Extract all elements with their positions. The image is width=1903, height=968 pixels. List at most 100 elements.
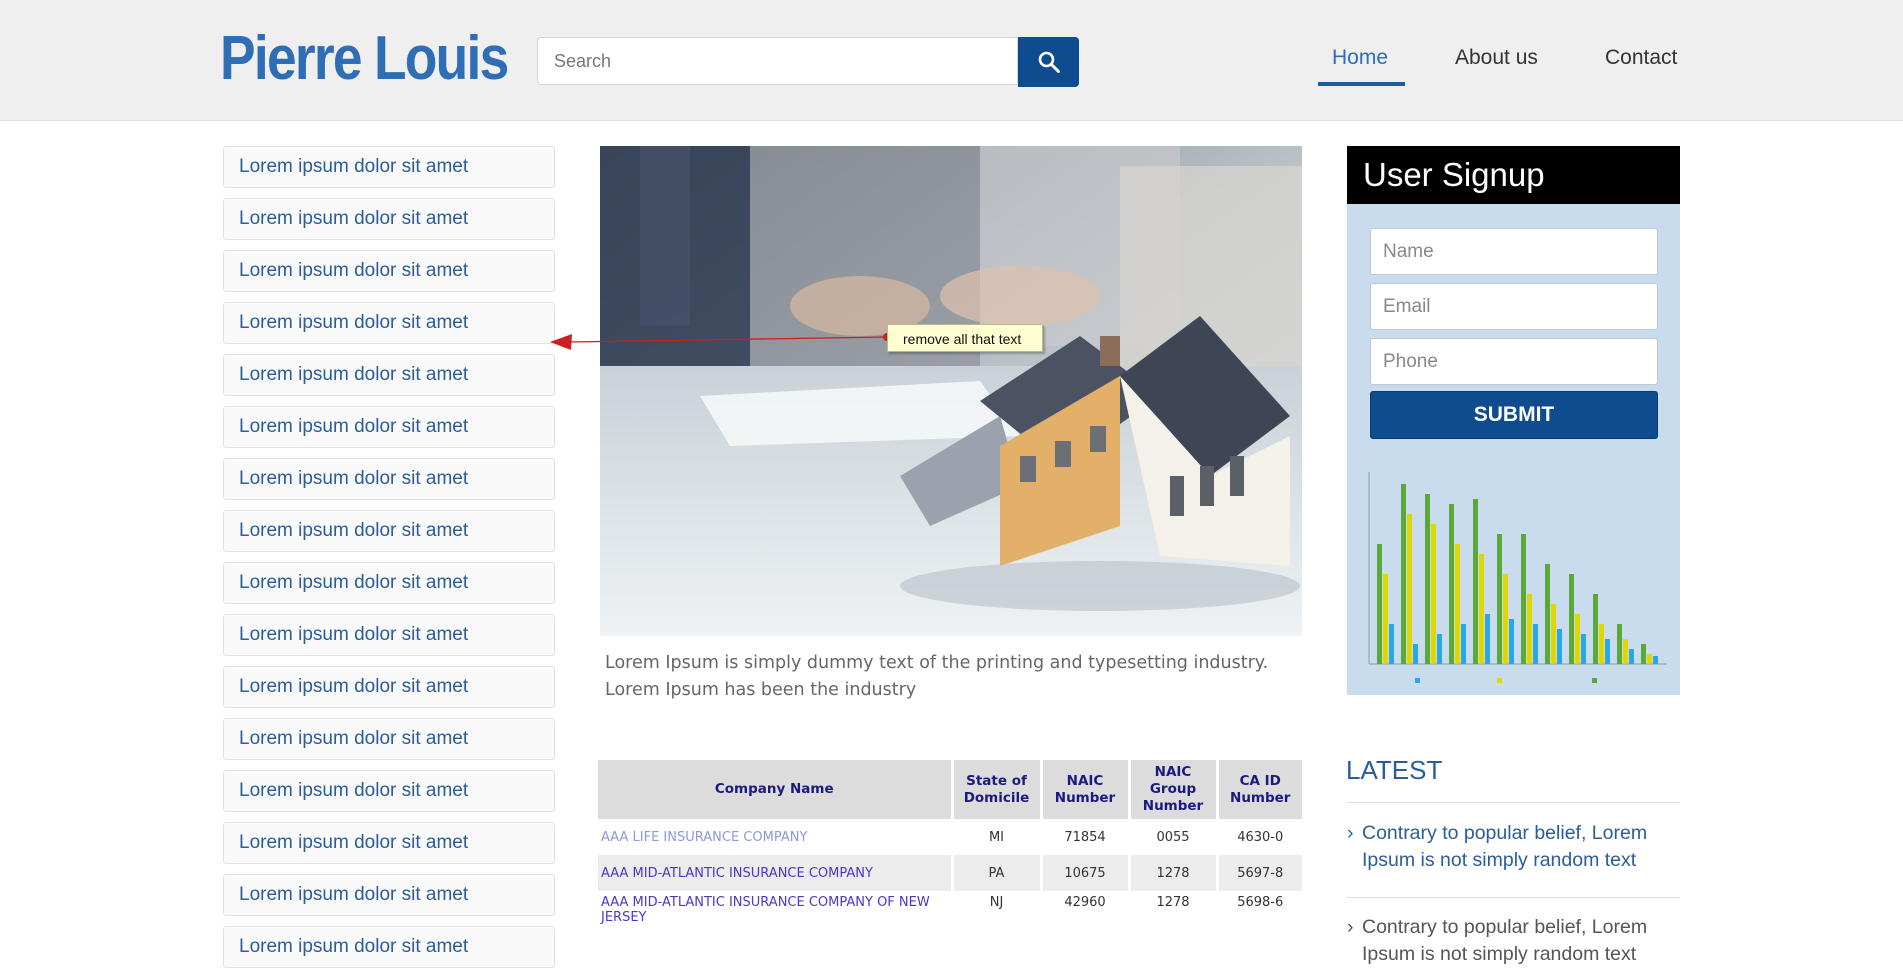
latest-item-text[interactable]: Contrary to popular belief, Lorem Ipsum … [1362, 914, 1680, 968]
site-logo[interactable]: Pierre Louis [220, 24, 509, 94]
chart-bar [1377, 544, 1382, 664]
column-header: CA ID Number [1217, 760, 1302, 819]
chart-bar [1479, 554, 1484, 664]
chart-bar [1527, 594, 1532, 664]
column-header: Company Name [598, 760, 954, 819]
company-link[interactable]: AAA MID-ATLANTIC INSURANCE COMPANY OF NE… [598, 891, 954, 931]
table-cell: NJ [952, 891, 1043, 931]
latest-item[interactable]: › Contrary to popular belief, Lorem Ipsu… [1347, 820, 1680, 874]
chart-bar [1401, 484, 1406, 664]
chart-bar [1533, 624, 1538, 664]
table-cell: 1278 [1129, 855, 1219, 891]
sidebar-item[interactable]: Lorem ipsum dolor sit amet [223, 926, 555, 968]
table-cell: MI [952, 819, 1043, 855]
latest-title: LATEST [1346, 755, 1443, 785]
sidebar-item[interactable]: Lorem ipsum dolor sit amet [223, 146, 555, 188]
chart-bar [1593, 594, 1598, 664]
table-cell: 4630-0 [1237, 829, 1284, 845]
divider [1347, 897, 1680, 898]
search-icon [1038, 51, 1060, 73]
sidebar-item[interactable]: Lorem ipsum dolor sit amet [223, 250, 555, 292]
annotation-note: remove all that text [887, 324, 1043, 352]
table-row: AAA MID-ATLANTIC INSURANCE COMPANY OF NE… [598, 891, 1302, 931]
column-header: State of Domicile [952, 760, 1043, 819]
chart-bar [1473, 499, 1478, 664]
column-header: NAIC Group Number [1129, 760, 1219, 819]
chart-bar [1509, 619, 1514, 664]
table-cell: PA [952, 855, 1043, 891]
divider [1347, 802, 1680, 803]
chart-bar [1437, 634, 1442, 664]
nav-active-indicator [1318, 82, 1405, 86]
table-row: AAA MID-ATLANTIC INSURANCE COMPANY PA 10… [598, 855, 1302, 891]
phone-field[interactable] [1370, 338, 1658, 385]
nav-contact[interactable]: Contact [1605, 46, 1677, 70]
decorative-chart-image [1347, 464, 1680, 695]
sidebar-item[interactable]: Lorem ipsum dolor sit amet [223, 302, 555, 344]
sidebar-item[interactable]: Lorem ipsum dolor sit amet [223, 198, 555, 240]
name-field[interactable] [1370, 228, 1658, 275]
column-header: NAIC Number [1041, 760, 1131, 819]
sidebar-item[interactable]: Lorem ipsum dolor sit amet [223, 458, 555, 500]
chart-bar [1617, 624, 1622, 664]
company-link[interactable]: AAA LIFE INSURANCE COMPANY [598, 819, 954, 855]
company-table: Company Name State of Domicile NAIC Numb… [598, 760, 1302, 931]
chart-bar [1605, 639, 1610, 664]
table-cell: 42960 [1041, 891, 1131, 931]
table-cell: 5697-8 [1217, 855, 1302, 891]
chevron-right-icon: › [1347, 822, 1354, 844]
chart-bar [1575, 614, 1580, 664]
sidebar-item[interactable]: Lorem ipsum dolor sit amet [223, 406, 555, 448]
chart-bar [1551, 604, 1556, 664]
search-input[interactable] [537, 37, 1018, 85]
email-field[interactable] [1370, 283, 1658, 330]
chart-bar [1629, 649, 1634, 664]
chart-bar [1449, 504, 1454, 664]
nav-home[interactable]: Home [1332, 46, 1388, 70]
chart-bar [1455, 544, 1460, 664]
chart-bar [1407, 514, 1412, 664]
chart-bar [1545, 564, 1550, 664]
table-cell: 10675 [1041, 855, 1131, 891]
site-header: Pierre Louis Home About us Contact [0, 0, 1903, 121]
chart-bar [1461, 624, 1466, 664]
latest-item-text[interactable]: Contrary to popular belief, Lorem Ipsum … [1362, 820, 1680, 874]
table-cell: 1278 [1129, 891, 1219, 931]
signup-title: User Signup [1347, 146, 1680, 204]
chart-bar [1623, 639, 1628, 664]
sidebar-item[interactable]: Lorem ipsum dolor sit amet [223, 822, 555, 864]
sidebar-item[interactable]: Lorem ipsum dolor sit amet [223, 614, 555, 656]
company-link[interactable]: AAA MID-ATLANTIC INSURANCE COMPANY [598, 855, 954, 891]
chart-bar [1569, 574, 1574, 664]
sidebar-item[interactable]: Lorem ipsum dolor sit amet [223, 354, 555, 396]
sidebar-item[interactable]: Lorem ipsum dolor sit amet [223, 718, 555, 760]
hero-image [600, 146, 1302, 636]
chart-bar [1653, 656, 1658, 664]
nav-about-us[interactable]: About us [1455, 46, 1538, 70]
sidebar-item[interactable]: Lorem ipsum dolor sit amet [223, 510, 555, 552]
latest-item[interactable]: › Contrary to popular belief, Lorem Ipsu… [1347, 914, 1680, 968]
table-cell: 0055 [1129, 819, 1219, 855]
chart-bar [1641, 644, 1646, 664]
chart-bar [1647, 654, 1652, 664]
sidebar-item[interactable]: Lorem ipsum dolor sit amet [223, 562, 555, 604]
sidebar-item[interactable]: Lorem ipsum dolor sit amet [223, 770, 555, 812]
sidebar-item[interactable]: Lorem ipsum dolor sit amet [223, 666, 555, 708]
table-row: AAA LIFE INSURANCE COMPANY MI 71854 0055… [598, 819, 1302, 855]
chart-bar [1485, 614, 1490, 664]
sidebar-item[interactable]: Lorem ipsum dolor sit amet [223, 874, 555, 916]
table-cell: 5698-6 [1237, 895, 1284, 910]
signup-panel: User Signup SUBMIT [1347, 146, 1680, 695]
chart-bar [1557, 629, 1562, 664]
chart-bar [1431, 524, 1436, 664]
search-button[interactable] [1018, 37, 1079, 87]
chart-bar [1413, 644, 1418, 664]
chart-bar [1425, 494, 1430, 664]
hero-caption: Lorem Ipsum is simply dummy text of the … [605, 653, 1269, 700]
table-header-row: Company Name State of Domicile NAIC Numb… [598, 760, 1302, 819]
chart-bar [1521, 534, 1526, 664]
chart-bar [1503, 574, 1508, 664]
chart-bar [1599, 624, 1604, 664]
submit-button[interactable]: SUBMIT [1370, 391, 1658, 439]
chart-bar [1389, 624, 1394, 664]
